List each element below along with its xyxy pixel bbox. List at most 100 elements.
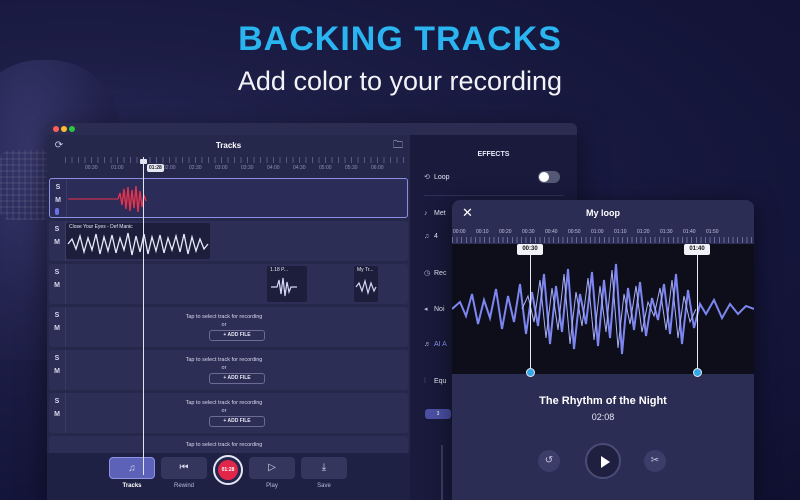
loop-toggle[interactable] — [538, 171, 560, 183]
tracks-button[interactable]: ♫ — [109, 457, 155, 479]
fx-time-signature-value: 4 — [434, 233, 438, 240]
fx-loop[interactable]: ⟲ Loop — [424, 173, 450, 181]
fx-divider — [424, 195, 564, 196]
loop-editor: ✕ My loop 00:00 00:10 00:20 00:30 00:40 … — [452, 200, 754, 500]
rewind-button[interactable]: ⏮ — [161, 457, 207, 479]
fx-ai[interactable]: ♬ AI A — [424, 341, 447, 348]
solo-button[interactable]: S — [51, 312, 63, 319]
tracks-header: ⟳ Tracks 🗀 — [47, 135, 410, 157]
loop-ruler-label: 00:20 — [499, 229, 512, 235]
ruler-label: 01:00 — [111, 165, 124, 171]
ruler-label: 04:00 — [267, 165, 280, 171]
empty-track-message: Tap to select track for recording — [185, 314, 263, 320]
loop-end-marker[interactable]: 01:40 — [684, 244, 710, 255]
rotate-ccw-icon: ↺ — [544, 455, 554, 466]
window-titlebar — [47, 123, 577, 135]
maximize-window-button[interactable] — [69, 126, 75, 132]
fx-equalizer-label: Equ — [434, 378, 447, 385]
fx-loop-label: Loop — [434, 174, 450, 181]
fx-time-signature[interactable]: ♫ 4 — [424, 233, 438, 240]
track-1[interactable]: S M — [49, 178, 408, 218]
loop-ruler[interactable]: 00:00 00:10 00:20 00:30 00:40 00:50 01:0… — [452, 226, 754, 244]
loop-ruler-label: 01:10 — [614, 229, 627, 235]
fx-chip[interactable]: 3 — [425, 409, 451, 419]
loop-start-handle[interactable] — [526, 368, 535, 377]
loop-ruler-label: 00:00 — [453, 229, 466, 235]
add-file-button[interactable]: + ADD FILE — [209, 330, 265, 341]
mute-button[interactable]: M — [52, 197, 64, 204]
add-file-button[interactable]: + ADD FILE — [209, 416, 265, 427]
solo-button[interactable]: S — [51, 355, 63, 362]
empty-track-or: or — [221, 408, 227, 414]
add-file-button[interactable]: + ADD FILE — [209, 373, 265, 384]
solo-button[interactable]: S — [51, 398, 63, 405]
loop-end-handle[interactable] — [693, 368, 702, 377]
solo-button[interactable]: S — [52, 184, 64, 191]
loop-icon: ⟲ — [424, 174, 430, 181]
track-2[interactable]: S M Close Your Eyes - Def Manic — [49, 221, 408, 261]
note-icon: ♫ — [424, 233, 430, 240]
track-5[interactable]: S M Tap to select track for recording or… — [49, 350, 408, 390]
loop-ruler-label: 00:40 — [545, 229, 558, 235]
track-3[interactable]: S M 1.18 P... My Tr... — [49, 264, 408, 304]
hero-title: BACKING TRACKS — [238, 20, 562, 58]
ruler-label: 00:30 — [85, 165, 98, 171]
mute-button[interactable]: M — [51, 368, 63, 375]
clip-title: 1.18 P... — [270, 267, 288, 273]
save-label: Save — [317, 483, 331, 489]
loop-end-line[interactable] — [697, 255, 698, 372]
solo-button[interactable]: S — [51, 226, 63, 233]
mute-button[interactable]: M — [51, 411, 63, 418]
fx-record[interactable]: ◷ Rec — [424, 269, 446, 277]
close-window-button[interactable] — [53, 126, 59, 132]
fx-ai-label: AI A — [434, 341, 447, 348]
save-button[interactable]: ⤓ — [301, 457, 347, 479]
play-icon: ▷ — [268, 462, 276, 473]
trim-button[interactable]: ✂ — [644, 450, 666, 472]
track-4[interactable]: S M Tap to select track for recording or… — [49, 307, 408, 347]
fx-equalizer[interactable]: ⫶ Equ — [424, 378, 446, 386]
mute-button[interactable]: M — [51, 325, 63, 332]
folder-icon[interactable]: 🗀 — [392, 140, 404, 152]
rewind-label: Rewind — [173, 483, 194, 489]
clip-waveform — [355, 278, 377, 296]
audio-clip[interactable]: 1.18 P... — [267, 266, 307, 302]
fx-noise-label: Noi — [434, 306, 445, 313]
clip-waveform — [271, 277, 297, 297]
loop-play-button[interactable] — [585, 443, 621, 479]
loop-start-marker[interactable]: 00:30 — [517, 244, 543, 255]
bottom-toolbar: ♫ Tracks ⏮ Rewind 01:28 ▷ Play ⤓ Save — [47, 453, 410, 500]
playhead-line[interactable] — [143, 157, 144, 475]
song-time: 02:08 — [591, 412, 615, 422]
play-button[interactable]: ▷ — [249, 457, 295, 479]
solo-button[interactable]: S — [51, 269, 63, 276]
record-button[interactable]: 01:28 — [213, 455, 243, 485]
loop-start-line[interactable] — [530, 255, 531, 372]
loop-waveform-area[interactable] — [452, 244, 754, 374]
loop-title: My loop — [586, 208, 620, 218]
timeline-ruler[interactable]: 00:30 01:00 02:00 02:30 03:00 03:30 04:0… — [65, 157, 405, 173]
record-time: 01:28 — [218, 460, 238, 480]
loop-ruler-label: 01:40 — [683, 229, 696, 235]
audio-clip[interactable]: My Tr... — [354, 266, 378, 302]
ruler-label: 03:00 — [215, 165, 228, 171]
loop-ruler-label: 01:50 — [706, 229, 719, 235]
mute-button[interactable]: M — [51, 282, 63, 289]
fx-metronome-label: Met — [434, 210, 446, 217]
ruler-label: 05:30 — [345, 165, 358, 171]
track-6[interactable]: S M Tap to select track for recording or… — [49, 393, 408, 433]
ruler-label: 05:00 — [319, 165, 332, 171]
fx-metronome[interactable]: ♪ Met — [424, 210, 446, 217]
reset-button[interactable]: ↺ — [538, 450, 560, 472]
mute-button[interactable]: M — [51, 239, 63, 246]
fx-record-label: Rec — [434, 270, 447, 277]
fx-slider[interactable] — [441, 445, 443, 500]
tracks-title: Tracks — [215, 141, 242, 150]
audio-clip[interactable]: Close Your Eyes - Def Manic — [66, 223, 210, 259]
minimize-window-button[interactable] — [61, 126, 67, 132]
fx-noise[interactable]: ◂ Noi — [424, 305, 445, 313]
tracks-pane: ⟳ Tracks 🗀 00:30 01:00 02:00 02:30 03:00… — [47, 135, 410, 500]
skip-back-icon: ⏮ — [179, 462, 189, 473]
loop-ruler-label: 00:30 — [522, 229, 535, 235]
empty-track-message: Tap to select track for recording — [185, 400, 263, 406]
